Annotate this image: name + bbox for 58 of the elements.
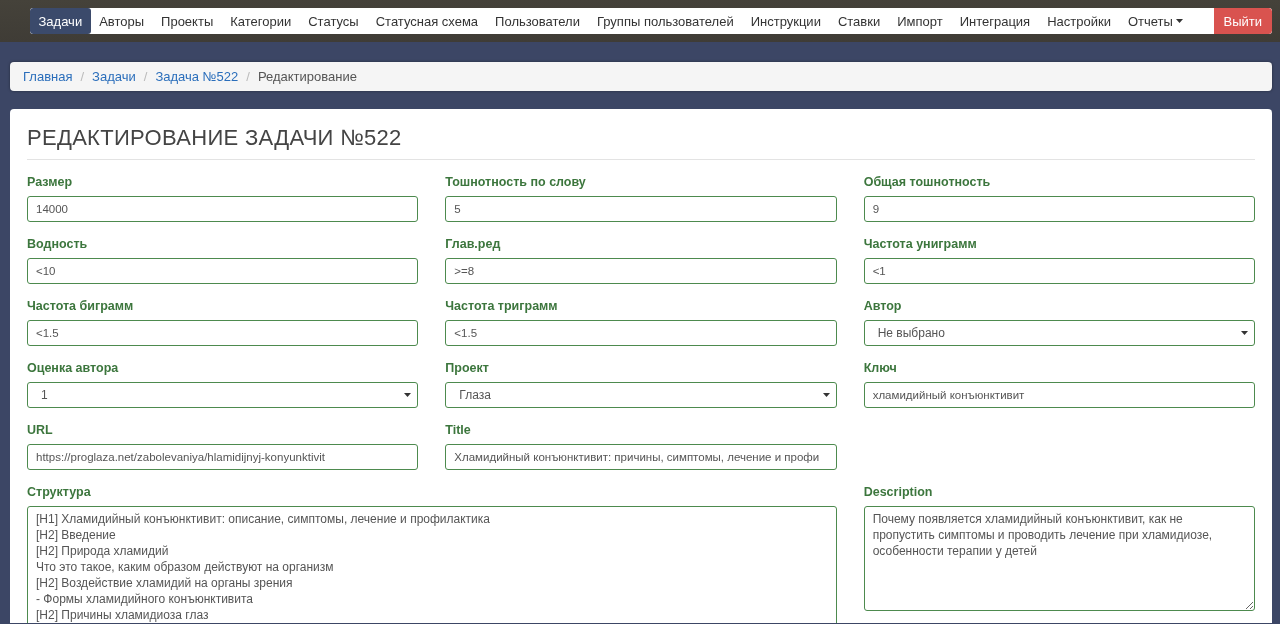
caret-icon xyxy=(404,393,412,397)
select-field[interactable]: Глаза xyxy=(445,382,837,408)
text-field[interactable]: >=8 xyxy=(445,258,837,284)
current-page-label: Редактирование xyxy=(257,69,357,84)
field-label: Проект xyxy=(445,360,490,376)
nav-tab[interactable]: Задачи xyxy=(30,8,91,34)
field-label: Оценка автора xyxy=(27,360,120,376)
nav-tab[interactable]: Отчеты xyxy=(1119,8,1192,34)
text-field[interactable]: <1.5 xyxy=(27,320,419,346)
caret-icon xyxy=(822,393,830,397)
field-label: Частота триграмм xyxy=(445,298,559,314)
nav-tab[interactable]: Инструкции xyxy=(742,8,830,34)
text-field[interactable]: <10 xyxy=(27,258,419,284)
text-area[interactable]: [H1] Хламидийный конъюнктивит: описание, симптомы, лечение и профилактика [H2] Введение [H2] Природа хламидий Что это такое, каким образом действуют на организм [H2] Воздействие хламидий на органы зрения - Формы хламидийного конъюнктивита [H2] Причины хламидиоза глаз xyxy=(27,506,837,623)
page-title: РЕДАКТИРОВАНИЕ ЗАДАЧИ №522 xyxy=(27,123,1255,160)
text-field[interactable]: <1.5 xyxy=(445,320,837,346)
text-field[interactable]: Хламидийный конъюнктивит: причины, симптомы, лечение и профи xyxy=(445,444,837,470)
nav-tab[interactable]: Проекты xyxy=(152,8,222,34)
breadcrumb-link[interactable]: Задачи xyxy=(92,69,136,84)
nav-tab[interactable]: Импорт xyxy=(888,8,952,34)
field-label: Ключ xyxy=(863,360,898,376)
nav-tab[interactable]: Авторы xyxy=(90,8,153,34)
field-label: Частота униграмм xyxy=(863,236,978,252)
breadcrumb-link[interactable]: Главная xyxy=(23,69,73,84)
field-label: URL xyxy=(27,422,54,438)
breadcrumb-separator: / xyxy=(246,69,250,84)
field-label: Частота биграмм xyxy=(27,298,135,314)
nav-tab[interactable]: Настройки xyxy=(1038,8,1120,34)
field-label: Размер xyxy=(27,174,73,190)
text-field[interactable]: <1 xyxy=(863,258,1255,284)
select-field[interactable]: 1 xyxy=(27,382,419,408)
field-label: Description xyxy=(863,484,934,500)
nav-tab[interactable]: Категории xyxy=(221,8,300,34)
field-label: Структура xyxy=(27,484,92,500)
field-label: Title xyxy=(445,422,472,438)
field-label: Автор xyxy=(863,298,903,314)
breadcrumb-separator: / xyxy=(143,69,148,84)
nav-tab[interactable]: Статусная схема xyxy=(367,8,487,34)
breadcrumb-link[interactable]: Задача №522 xyxy=(155,69,239,84)
caret-icon xyxy=(1241,331,1248,335)
text-field[interactable]: хламидийный конъюнктивит xyxy=(863,382,1255,408)
field-label: Водность xyxy=(27,236,89,252)
breadcrumb-separator: / xyxy=(80,69,85,84)
select-field[interactable]: Не выбрано xyxy=(863,320,1255,346)
nav-tab[interactable]: Группы пользователей xyxy=(588,8,743,34)
nav-tab[interactable]: Пользователи xyxy=(486,8,589,34)
nav-tab[interactable]: Интеграция xyxy=(951,8,1039,34)
text-field[interactable]: 14000 xyxy=(27,196,419,222)
logout-button[interactable]: Выйти xyxy=(1213,8,1272,34)
field-label: Тошнотность по слову xyxy=(445,174,587,190)
text-area[interactable]: Почему появляется хламидийный конъюнктивит, как не пропустить симптомы и проводить лечение при хламидиозе, особенности терапии у детей xyxy=(863,506,1255,611)
text-field[interactable]: 9 xyxy=(863,196,1255,222)
field-label: Глав.ред xyxy=(445,236,502,252)
field-label: Общая тошнотность xyxy=(863,174,992,190)
nav-tab[interactable]: Ставки xyxy=(829,8,889,34)
text-field[interactable]: https://proglaza.net/zabolevaniya/hlamidijnyj-konyunktivit xyxy=(27,444,419,470)
nav-tab[interactable]: Статусы xyxy=(299,8,368,34)
text-field[interactable]: 5 xyxy=(445,196,837,222)
